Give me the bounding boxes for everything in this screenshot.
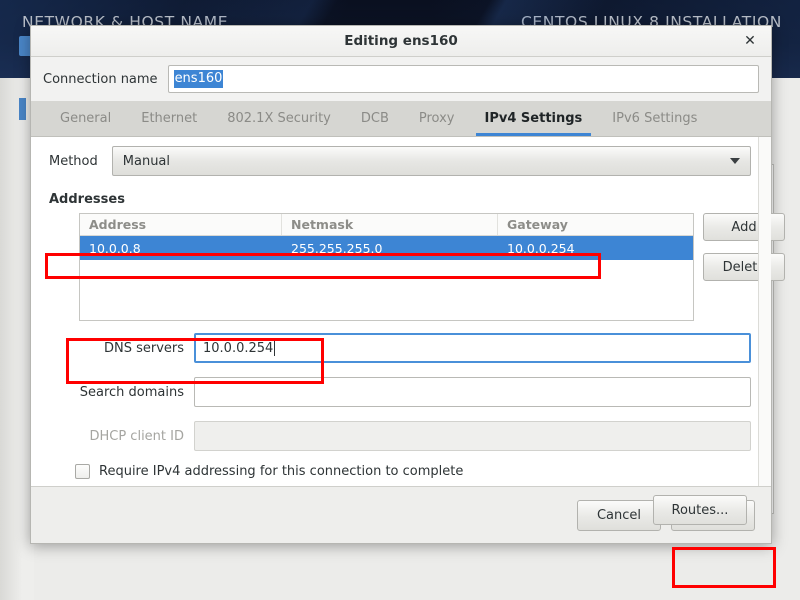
tab-ipv4-settings[interactable]: IPv4 Settings bbox=[470, 101, 598, 136]
table-row[interactable]: 10.0.0.8 255.255.255.0 10.0.0.254 bbox=[80, 236, 693, 260]
add-address-button[interactable]: Add bbox=[703, 213, 785, 241]
addresses-table-header: Address Netmask Gateway bbox=[80, 214, 693, 236]
close-icon[interactable]: ✕ bbox=[739, 30, 761, 52]
cancel-button[interactable]: Cancel bbox=[577, 499, 661, 531]
ipv4-settings-panel: Method Manual Addresses Address Netmask … bbox=[31, 137, 785, 525]
dialog-title: Editing ens160 bbox=[344, 33, 458, 49]
installer-left-gutter bbox=[0, 78, 34, 600]
column-header-netmask: Netmask bbox=[282, 214, 498, 235]
routes-button[interactable]: Routes... bbox=[653, 495, 747, 525]
search-domains-input[interactable] bbox=[194, 377, 751, 407]
cell-netmask: 255.255.255.0 bbox=[291, 240, 383, 256]
tab-proxy[interactable]: Proxy bbox=[404, 101, 470, 136]
dns-servers-value: 10.0.0.254 bbox=[203, 340, 274, 356]
dialog-titlebar: Editing ens160 ✕ bbox=[31, 26, 771, 57]
method-label: Method bbox=[49, 153, 98, 169]
connection-name-input[interactable]: ens160 bbox=[167, 65, 759, 93]
connection-name-row: Connection name ens160 bbox=[31, 57, 771, 101]
editing-connection-dialog: Editing ens160 ✕ Connection name ens160 … bbox=[30, 25, 785, 544]
addresses-section-label: Addresses bbox=[49, 192, 125, 207]
settings-tabbar: General Ethernet 802.1X Security DCB Pro… bbox=[31, 101, 771, 137]
text-cursor bbox=[274, 340, 276, 356]
search-domains-label: Search domains bbox=[79, 384, 184, 400]
method-select[interactable]: Manual bbox=[111, 146, 751, 176]
tab-8021x-security[interactable]: 802.1X Security bbox=[212, 101, 346, 136]
tab-ipv6-settings[interactable]: IPv6 Settings bbox=[597, 101, 712, 136]
dhcp-client-id-label: DHCP client ID bbox=[89, 428, 184, 444]
require-ipv4-checkbox[interactable] bbox=[75, 464, 90, 479]
dns-servers-input[interactable]: 10.0.0.254 bbox=[194, 333, 751, 363]
addresses-table[interactable]: Address Netmask Gateway 10.0.0.8 255.255… bbox=[79, 213, 694, 321]
search-domains-row: Search domains bbox=[49, 377, 751, 407]
connection-name-label: Connection name bbox=[43, 71, 158, 87]
column-header-address: Address bbox=[80, 214, 282, 235]
cell-gateway: 10.0.0.254 bbox=[507, 240, 575, 256]
dns-servers-row: DNS servers 10.0.0.254 bbox=[49, 333, 751, 363]
method-row: Method Manual bbox=[49, 146, 751, 176]
require-ipv4-label: Require IPv4 addressing for this connect… bbox=[99, 464, 464, 479]
cell-address: 10.0.0.8 bbox=[89, 240, 141, 256]
tab-ethernet[interactable]: Ethernet bbox=[126, 101, 212, 136]
dhcp-client-id-input bbox=[194, 421, 751, 451]
dhcp-client-id-row: DHCP client ID bbox=[49, 421, 751, 451]
dns-servers-label: DNS servers bbox=[103, 340, 184, 356]
scrollbar-thumb[interactable] bbox=[762, 141, 769, 441]
delete-address-button[interactable]: Delete bbox=[703, 253, 785, 281]
column-header-gateway: Gateway bbox=[507, 217, 568, 232]
method-value: Manual bbox=[122, 153, 171, 169]
require-ipv4-row[interactable]: Require IPv4 addressing for this connect… bbox=[75, 464, 463, 479]
installer-screen: NETWORK & HOST NAME CENTOS LINUX 8 INSTA… bbox=[0, 0, 800, 600]
background-blue-marker bbox=[19, 98, 26, 120]
scrollbar[interactable] bbox=[758, 137, 771, 486]
tab-dcb[interactable]: DCB bbox=[346, 101, 404, 136]
connection-name-value: ens160 bbox=[173, 70, 224, 88]
chevron-down-icon bbox=[730, 158, 740, 164]
tab-general[interactable]: General bbox=[45, 101, 126, 136]
